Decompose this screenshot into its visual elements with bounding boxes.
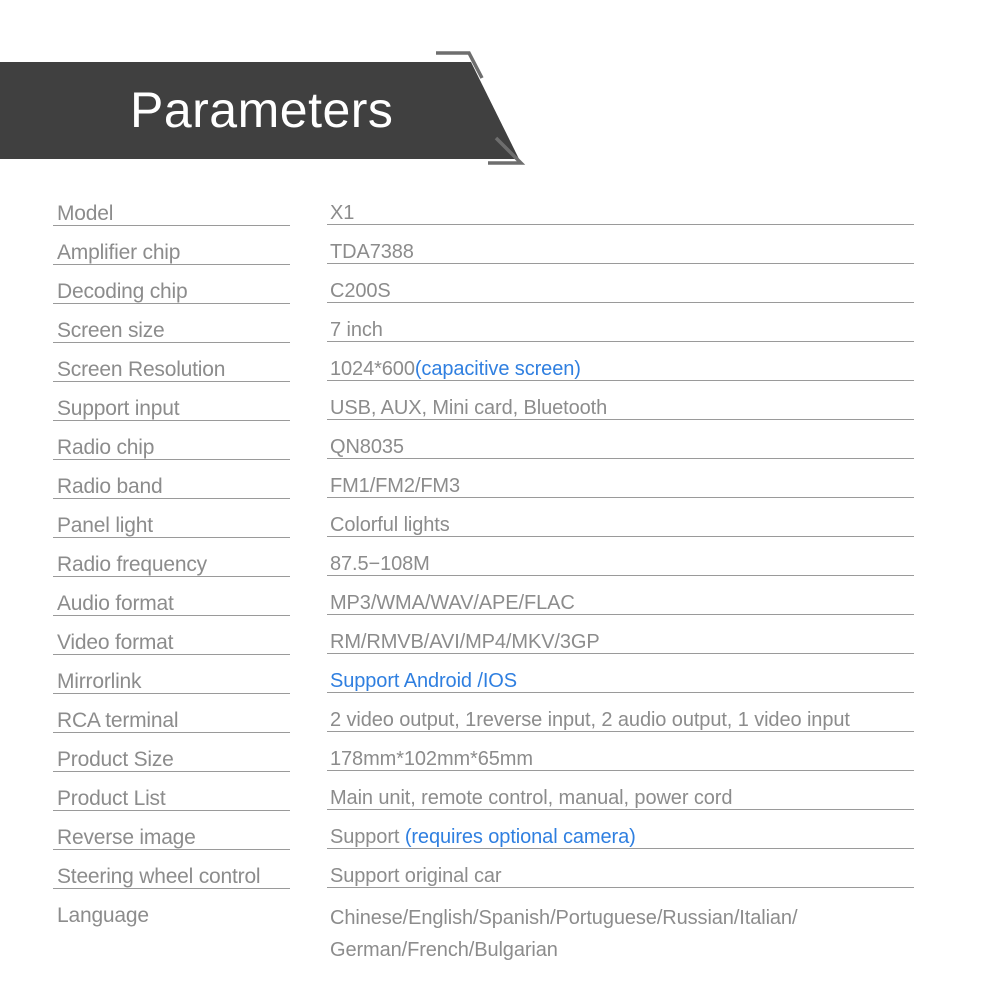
page-header: Parameters <box>0 0 1001 180</box>
page-title: Parameters <box>130 82 394 138</box>
spec-value-text: Colorful lights <box>330 514 450 536</box>
spec-value: 87.5−108M <box>290 547 1001 576</box>
banner-accent-top-icon <box>436 51 484 79</box>
spec-value-text: X1 <box>330 202 355 224</box>
spec-value: Support (requires optional camera) <box>290 820 1001 849</box>
table-row: Video format RM/RMVB/AVI/MP4/MKV/3GP <box>0 625 1001 664</box>
table-row: Language Chinese/English/Spanish/Portugu… <box>0 898 1001 968</box>
spec-value: Support original car <box>290 859 1001 888</box>
spec-value: MP3/WMA/WAV/APE/FLAC <box>290 586 1001 615</box>
spec-label: Steering wheel control <box>0 859 290 889</box>
spec-value-text: USB, AUX, Mini card, Bluetooth <box>330 397 608 419</box>
table-row: Screen size 7 inch <box>0 313 1001 352</box>
spec-value: C200S <box>290 274 1001 303</box>
table-row: Steering wheel control Support original … <box>0 859 1001 898</box>
spec-label: RCA terminal <box>0 703 290 733</box>
spec-value: Support Android /IOS <box>290 664 1001 693</box>
spec-value-text: C200S <box>330 280 391 302</box>
spec-value-text: MP3/WMA/WAV/APE/FLAC <box>330 592 575 614</box>
spec-value-text: 87.5−108M <box>330 553 430 575</box>
table-row: Support input USB, AUX, Mini card, Bluet… <box>0 391 1001 430</box>
spec-value-text: 178mm*102mm*65mm <box>330 748 533 770</box>
spec-label: Audio format <box>0 586 290 616</box>
spec-value: Colorful lights <box>290 508 1001 537</box>
spec-label: Model <box>0 196 290 226</box>
spec-value-text: 7 inch <box>330 319 383 341</box>
table-row: Radio band FM1/FM2/FM3 <box>0 469 1001 508</box>
table-row: Screen Resolution 1024*600(capacitive sc… <box>0 352 1001 391</box>
table-row: Radio chip QN8035 <box>0 430 1001 469</box>
spec-label: Video format <box>0 625 290 655</box>
spec-value-text: RM/RMVB/AVI/MP4/MKV/3GP <box>330 631 600 653</box>
spec-label: Support input <box>0 391 290 421</box>
specification-table: Model X1 Amplifier chip TDA7388 Decoding… <box>0 196 1001 968</box>
spec-label: Product List <box>0 781 290 811</box>
spec-value-text: FM1/FM2/FM3 <box>330 475 461 497</box>
spec-label: Radio band <box>0 469 290 499</box>
spec-label: Language <box>57 904 149 927</box>
table-row: Panel light Colorful lights <box>0 508 1001 547</box>
spec-value-text: 2 video output, 1reverse input, 2 audio … <box>330 709 850 731</box>
table-row: RCA terminal 2 video output, 1reverse in… <box>0 703 1001 742</box>
spec-value-line-2: German/French/Bulgarian <box>330 939 558 961</box>
spec-value: 178mm*102mm*65mm <box>290 742 1001 771</box>
spec-value-text: Support <box>330 826 405 848</box>
spec-value: 7 inch <box>290 313 1001 342</box>
spec-label: Radio chip <box>0 430 290 460</box>
table-row: Decoding chip C200S <box>0 274 1001 313</box>
spec-value: 1024*600(capacitive screen) <box>290 352 1001 381</box>
table-row: Audio format MP3/WMA/WAV/APE/FLAC <box>0 586 1001 625</box>
spec-label: Screen size <box>0 313 290 343</box>
spec-label: Screen Resolution <box>0 352 290 382</box>
spec-value: TDA7388 <box>290 235 1001 264</box>
spec-label: Decoding chip <box>0 274 290 304</box>
banner-accent-bottom-icon <box>488 136 526 165</box>
spec-value-text: TDA7388 <box>330 241 414 263</box>
spec-label: Radio frequency <box>0 547 290 577</box>
spec-value-note: Support Android /IOS <box>330 670 518 692</box>
spec-label: Reverse image <box>0 820 290 850</box>
spec-value-text: 1024*600 <box>330 358 415 380</box>
spec-value: FM1/FM2/FM3 <box>290 469 1001 498</box>
spec-value: QN8035 <box>290 430 1001 459</box>
table-row: Product List Main unit, remote control, … <box>0 781 1001 820</box>
spec-value: Chinese/English/Spanish/Portuguese/Russi… <box>290 898 1001 966</box>
table-row: Reverse image Support (requires optional… <box>0 820 1001 859</box>
spec-value: Main unit, remote control, manual, power… <box>290 781 1001 810</box>
spec-label: Amplifier chip <box>0 235 290 265</box>
spec-value-note: (requires optional camera) <box>404 826 636 848</box>
spec-label: Mirrorlink <box>0 664 290 694</box>
spec-value: RM/RMVB/AVI/MP4/MKV/3GP <box>290 625 1001 654</box>
spec-value-text: QN8035 <box>330 436 404 458</box>
spec-value-line-1: Chinese/English/Spanish/Portuguese/Russi… <box>330 907 798 929</box>
spec-label: Product Size <box>0 742 290 772</box>
table-row: Model X1 <box>0 196 1001 235</box>
table-row: Radio frequency 87.5−108M <box>0 547 1001 586</box>
spec-value: 2 video output, 1reverse input, 2 audio … <box>290 703 1001 732</box>
table-row: Product Size 178mm*102mm*65mm <box>0 742 1001 781</box>
table-row: Amplifier chip TDA7388 <box>0 235 1001 274</box>
spec-value: USB, AUX, Mini card, Bluetooth <box>290 391 1001 420</box>
spec-value-note: (capacitive screen) <box>414 358 581 380</box>
spec-label: Panel light <box>0 508 290 538</box>
spec-value: X1 <box>290 196 1001 225</box>
spec-value-text: Main unit, remote control, manual, power… <box>330 787 733 809</box>
spec-value-text: Support original car <box>330 865 502 887</box>
table-row: Mirrorlink Support Android /IOS <box>0 664 1001 703</box>
